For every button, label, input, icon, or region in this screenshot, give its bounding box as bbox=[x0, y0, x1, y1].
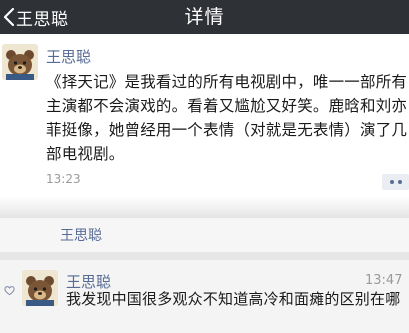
more-dot-icon bbox=[389, 180, 394, 184]
moment-card: 王思聪 《择天记》是我看过的所有电视剧中，唯一一部所有主演都不会演戏的。看着又尴… bbox=[0, 34, 409, 196]
comment-time: 13:47 bbox=[365, 273, 403, 288]
comment-author[interactable]: 王思聪 bbox=[66, 271, 111, 292]
bear-avatar-icon bbox=[2, 44, 38, 80]
divider-shadow bbox=[0, 196, 409, 218]
post-author[interactable]: 王思聪 bbox=[46, 46, 91, 67]
post-text: 《择天记》是我看过的所有电视剧中，唯一一部所有主演都不会演戏的。看着又尴尬又好笑… bbox=[46, 73, 408, 163]
section-separator bbox=[0, 252, 409, 260]
page-title: 详情 bbox=[184, 6, 225, 28]
comment-text: 我发现中国很多观众不知道高冷和面瘫的区别在哪 bbox=[66, 290, 401, 308]
comment-item[interactable]: 王思聪 13:47 我发现中国很多观众不知道高冷和面瘫的区别在哪 bbox=[0, 260, 409, 333]
like-row: 王思聪 bbox=[0, 218, 409, 252]
bear-avatar-icon bbox=[22, 270, 58, 306]
detail-screen: 王思聪 详情 王思聪 《择天记》是我看过的所有电视剧中，唯一一部所有主演都不会演… bbox=[0, 0, 409, 333]
comment-avatar[interactable] bbox=[22, 270, 58, 306]
post-time: 13:23 bbox=[46, 172, 81, 186]
more-dot-icon bbox=[397, 180, 402, 184]
more-actions-button[interactable] bbox=[382, 174, 409, 190]
avatar[interactable] bbox=[2, 44, 38, 80]
nav-bar: 王思聪 详情 bbox=[0, 0, 409, 34]
heart-icon bbox=[4, 286, 15, 296]
like-author[interactable]: 王思聪 bbox=[60, 225, 102, 245]
